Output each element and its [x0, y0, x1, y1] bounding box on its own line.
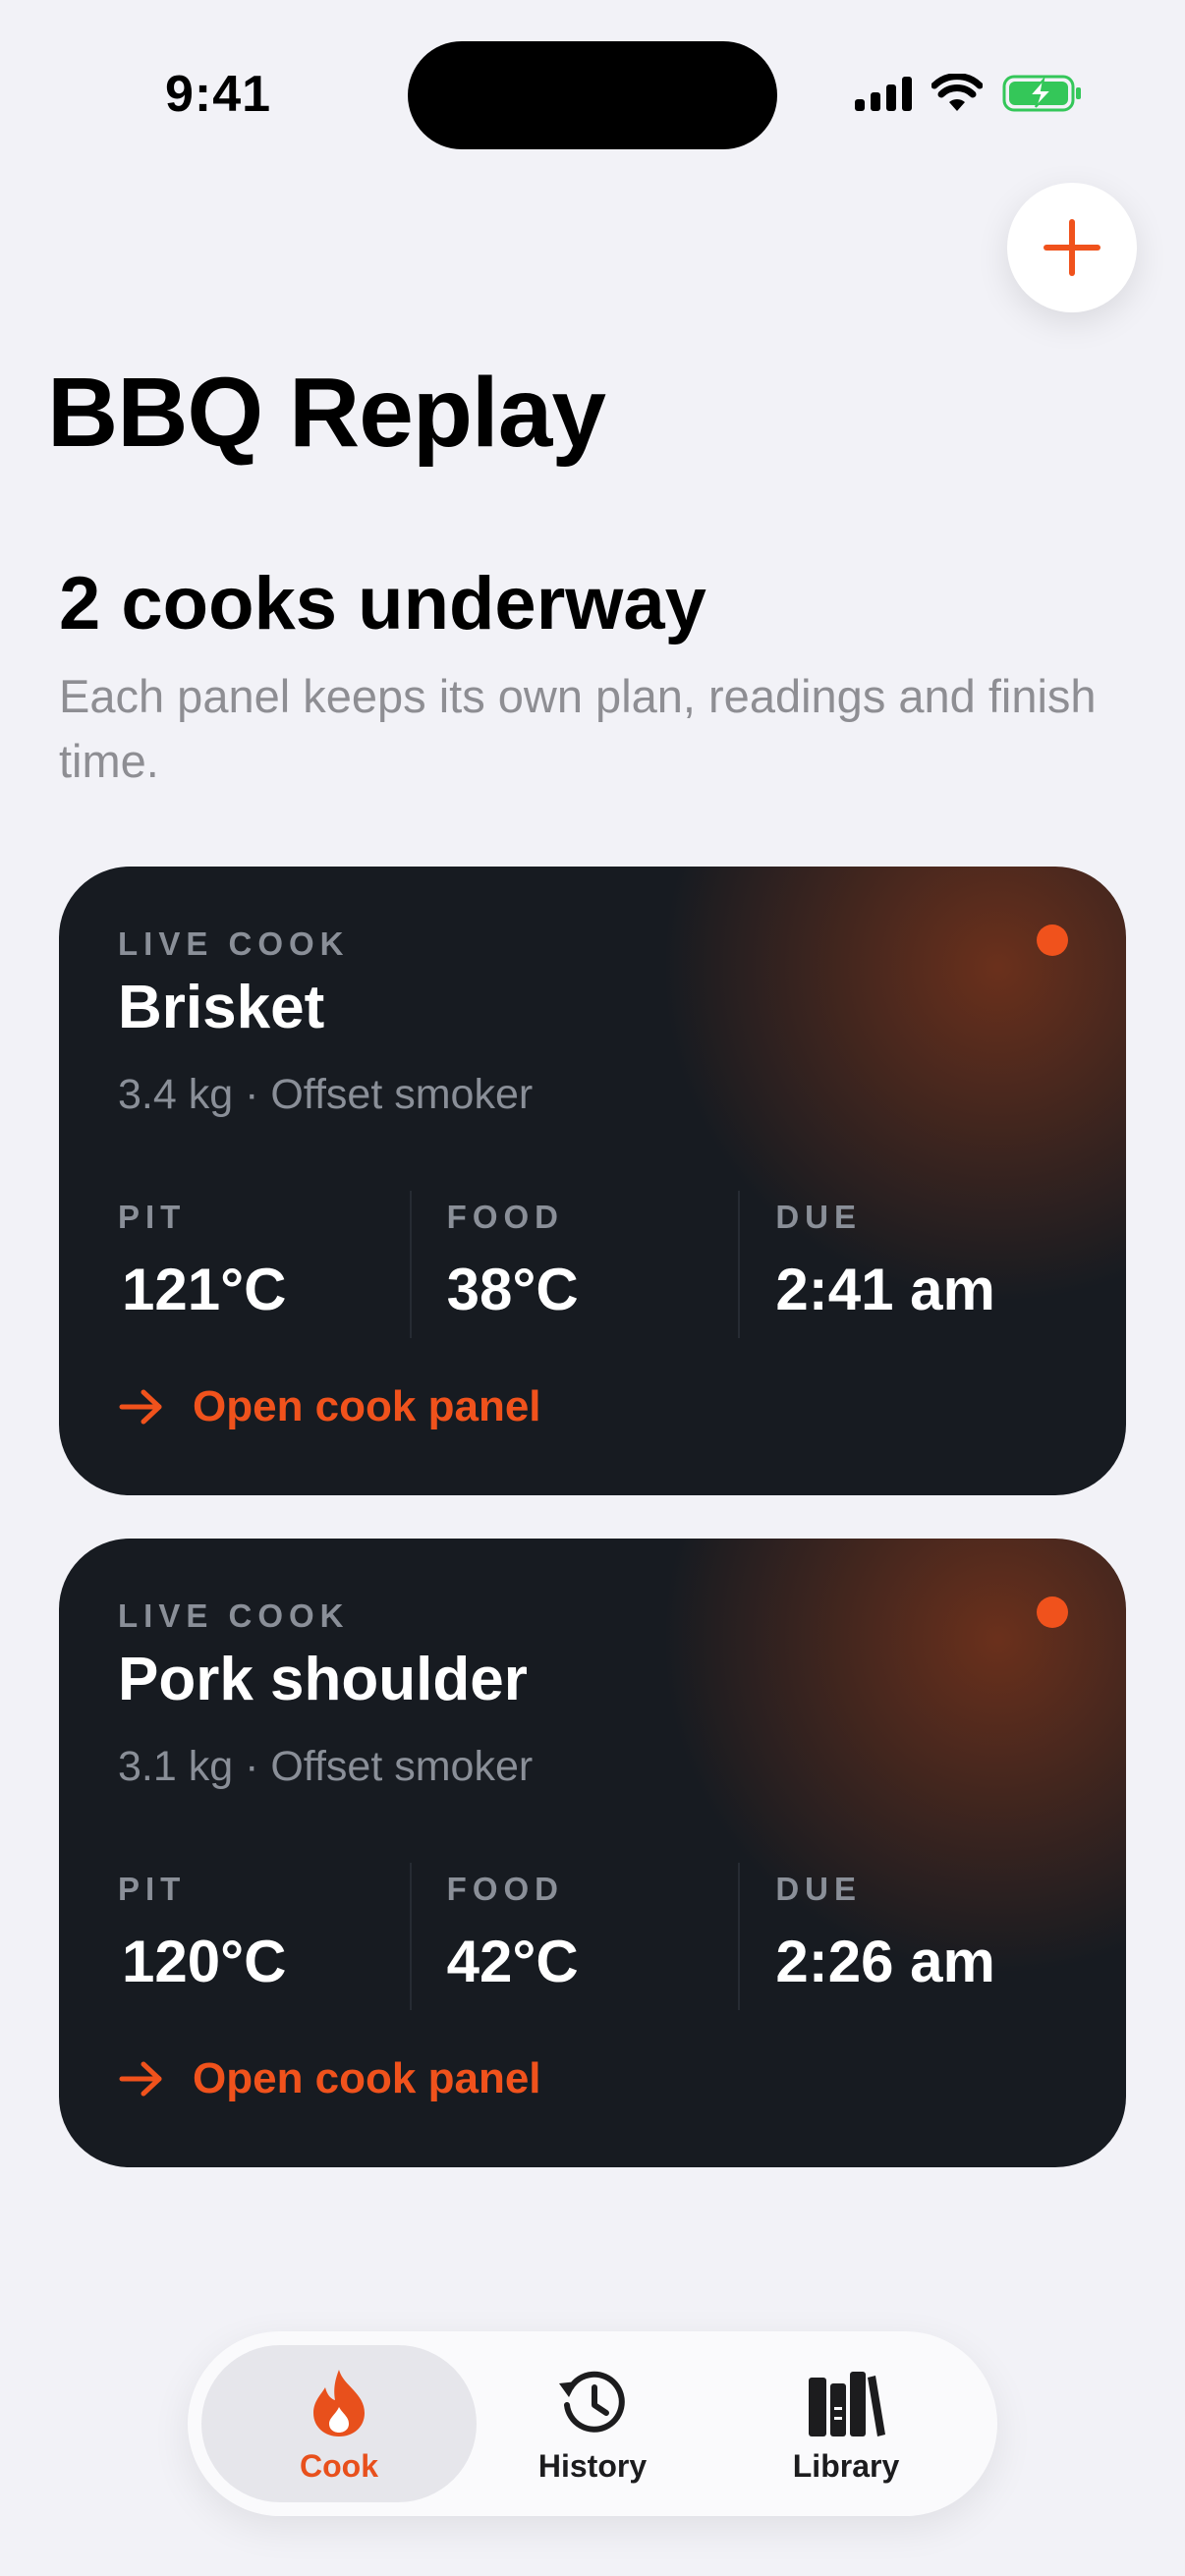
- live-indicator-dot: [1037, 1596, 1068, 1628]
- cook-name: Brisket: [118, 974, 325, 1041]
- stat-pit: PIT 120°C: [118, 1863, 410, 2010]
- tab-label: Library: [792, 2448, 900, 2484]
- stat-food: FOOD 38°C: [409, 1191, 739, 1338]
- add-cook-button[interactable]: [1007, 183, 1137, 312]
- tab-history[interactable]: History: [455, 2345, 730, 2502]
- arrow-right-icon: [119, 2061, 162, 2097]
- status-icons: [855, 71, 1083, 116]
- open-cook-panel-label: Open cook panel: [193, 2054, 541, 2102]
- cook-meta: 3.4 kg · Offset smoker: [118, 1071, 534, 1118]
- tab-bar: Cook History Library: [188, 2331, 997, 2516]
- stat-value: 120°C: [122, 1929, 287, 1994]
- stat-due: DUE 2:26 am: [738, 1863, 1067, 2010]
- tab-label: Cook: [300, 2448, 378, 2484]
- stat-value: 2:41 am: [775, 1257, 995, 1322]
- stat-value: 38°C: [446, 1257, 579, 1322]
- dynamic-island: [408, 41, 777, 149]
- arrow-right-icon: [119, 1389, 162, 1425]
- stat-food: FOOD 42°C: [409, 1863, 739, 2010]
- card-eyebrow: LIVE COOK: [118, 1597, 350, 1634]
- stat-value: 121°C: [122, 1257, 287, 1322]
- stat-value: 42°C: [446, 1929, 579, 1994]
- open-cook-panel-label: Open cook panel: [193, 1382, 541, 1430]
- cook-stats: PIT 121°C FOOD 38°C DUE 2:41 am: [118, 1191, 1067, 1338]
- tab-library[interactable]: Library: [708, 2345, 984, 2502]
- card-eyebrow: LIVE COOK: [118, 925, 350, 962]
- history-clock-icon: [559, 2371, 625, 2433]
- status-time: 9:41: [165, 66, 272, 123]
- app-title: BBQ Replay: [47, 358, 606, 468]
- stat-value: 2:26 am: [775, 1929, 995, 1994]
- stat-label: FOOD: [446, 1871, 564, 1907]
- stat-due: DUE 2:41 am: [738, 1191, 1067, 1338]
- books-icon: [809, 2372, 885, 2436]
- cook-card-brisket[interactable]: LIVE COOK Brisket 3.4 kg · Offset smoker…: [59, 867, 1126, 1495]
- cook-meta: 3.1 kg · Offset smoker: [118, 1743, 534, 1790]
- wifi-icon: [931, 74, 983, 111]
- stat-label: PIT: [118, 1871, 187, 1907]
- battery-charging-icon: [1002, 75, 1081, 112]
- stat-pit: PIT 121°C: [118, 1191, 410, 1338]
- cook-card-pork-shoulder[interactable]: LIVE COOK Pork shoulder 3.1 kg · Offset …: [59, 1539, 1126, 2167]
- tab-cook[interactable]: Cook: [201, 2345, 477, 2502]
- stat-label: FOOD: [446, 1199, 564, 1235]
- cook-name: Pork shoulder: [118, 1646, 528, 1713]
- stat-label: DUE: [775, 1871, 863, 1907]
- section-title: 2 cooks underway: [59, 562, 706, 645]
- open-cook-panel-link[interactable]: Open cook panel: [118, 2054, 541, 2103]
- plus-icon: [1044, 219, 1100, 276]
- tab-label: History: [537, 2448, 648, 2484]
- open-cook-panel-link[interactable]: Open cook panel: [118, 1382, 541, 1431]
- live-indicator-dot: [1037, 924, 1068, 956]
- stat-label: PIT: [118, 1199, 187, 1235]
- flame-icon: [313, 2370, 365, 2436]
- cook-stats: PIT 120°C FOOD 42°C DUE 2:26 am: [118, 1863, 1067, 2010]
- section-subtitle: Each panel keeps its own plan, readings …: [59, 670, 1097, 787]
- stat-label: DUE: [775, 1199, 863, 1235]
- cellular-signal-icon: [855, 76, 912, 111]
